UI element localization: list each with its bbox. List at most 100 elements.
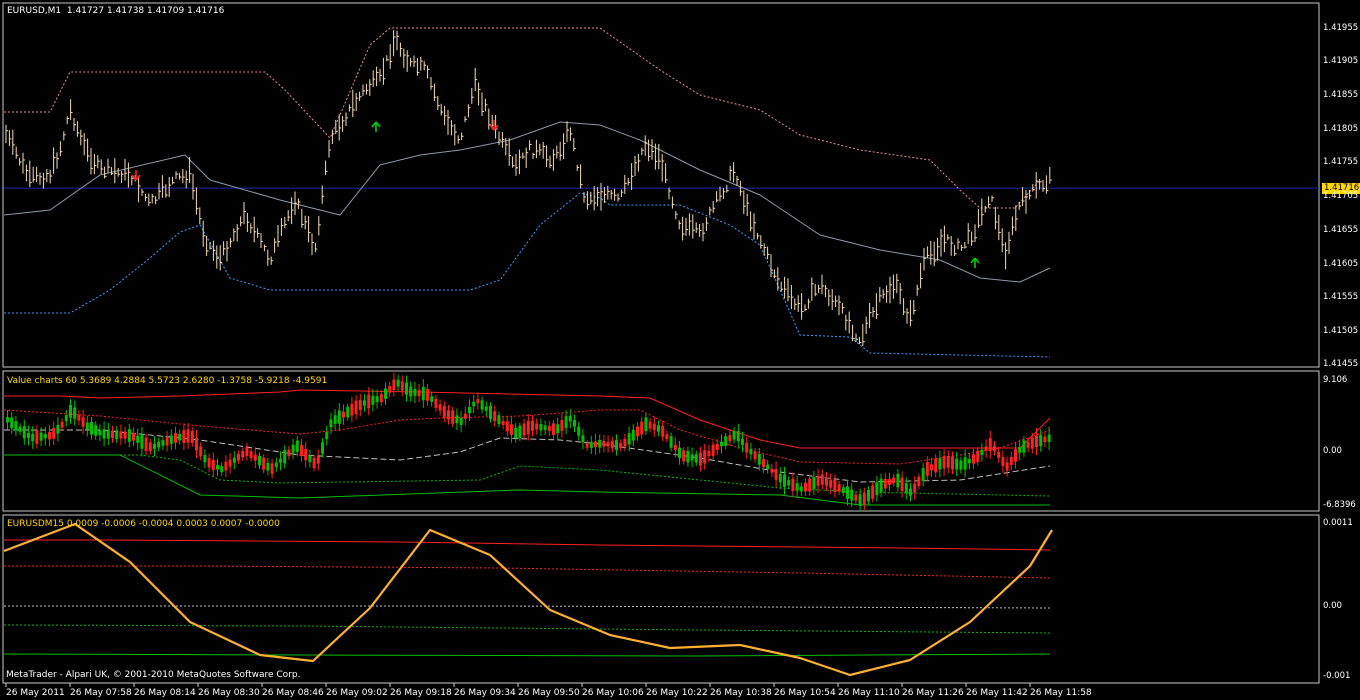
value-candle — [442, 405, 446, 418]
value-candle — [207, 458, 211, 468]
time-axis-label: 26 May 08:30 — [198, 688, 260, 698]
value-candle — [417, 389, 421, 397]
value-candle — [531, 420, 534, 431]
value-candle — [804, 482, 807, 492]
value-candle — [913, 483, 917, 493]
value-candle — [224, 461, 228, 471]
price-axis-label: 1.41955 — [1323, 23, 1359, 33]
value-candle — [648, 421, 652, 429]
value-candle — [850, 489, 854, 501]
value-candle — [951, 456, 954, 470]
value-candle — [308, 455, 312, 463]
value-candle — [69, 404, 72, 418]
time-axis-label: 26 May 09:18 — [390, 688, 452, 698]
value-candle — [934, 458, 938, 473]
value-candle — [127, 429, 131, 442]
value-candle — [35, 430, 39, 444]
value-candle — [552, 423, 555, 435]
value-candle — [892, 477, 896, 484]
time-axis-label: 26 May 2011 — [6, 688, 65, 698]
eurusdm-red-upper — [4, 539, 1051, 551]
value-candle — [581, 435, 585, 443]
value-candle — [501, 420, 505, 426]
value-candle — [115, 430, 119, 439]
value-candle — [942, 456, 946, 469]
value-candle — [274, 462, 278, 467]
copyright-text: MetaTrader - Alpari UK, © 2001-2010 Meta… — [6, 670, 301, 680]
value-candle — [371, 395, 375, 405]
value-candle — [421, 386, 425, 401]
value-candle — [1018, 446, 1022, 453]
eurusdm-label: EURUSDM15 0.0009 -0.0006 -0.0004 0.0003 … — [7, 519, 280, 529]
value-candle — [791, 478, 795, 492]
value-candle — [94, 425, 98, 436]
value-candle — [136, 435, 140, 443]
value-candle — [560, 419, 564, 431]
value-grey-mid — [4, 429, 1051, 483]
value-candle — [178, 433, 182, 441]
chart-canvas[interactable] — [0, 0, 1360, 700]
value-candle — [316, 456, 320, 464]
value-candle — [476, 399, 480, 404]
value-candle — [959, 460, 963, 470]
value-candle — [917, 476, 921, 487]
value-candle — [438, 404, 442, 411]
price-axis-label: 1.41705 — [1323, 191, 1359, 201]
value-candle — [300, 444, 303, 457]
value-candle — [85, 422, 89, 430]
value-candle — [694, 454, 698, 463]
value-candle — [816, 476, 820, 486]
value-candle — [90, 421, 93, 435]
value-candle — [879, 478, 883, 493]
value-candle — [778, 473, 782, 483]
value-candle — [10, 417, 14, 429]
value-candle — [762, 459, 765, 468]
value-candle — [430, 396, 434, 402]
value-candle — [1030, 437, 1034, 449]
time-axis-label: 26 May 09:50 — [518, 688, 580, 698]
value-candle — [766, 464, 770, 470]
value-candle — [610, 440, 614, 449]
value-candle — [812, 477, 816, 489]
value-candle — [665, 434, 669, 439]
value-candle — [598, 440, 602, 448]
value-candle — [1047, 434, 1051, 442]
value-candle — [241, 450, 245, 458]
value-candle — [199, 446, 203, 457]
value-candle — [1009, 456, 1013, 465]
value-candle — [875, 482, 879, 496]
value-candle — [409, 386, 413, 397]
value-candle — [132, 432, 135, 441]
price-axis-label: 1.41755 — [1323, 157, 1359, 167]
value-candle — [539, 424, 543, 431]
value-candle — [690, 454, 694, 461]
value-candle — [753, 451, 757, 460]
value-candle — [972, 454, 975, 464]
value-candle — [283, 450, 287, 464]
value-candle — [988, 438, 992, 452]
arrow-up-icon — [371, 121, 381, 132]
value-candle — [627, 433, 631, 445]
value-candle — [354, 400, 358, 415]
value-candle — [871, 485, 875, 499]
value-candle — [463, 413, 467, 419]
value-candle — [619, 442, 623, 448]
value-candle — [77, 414, 81, 421]
value-candle — [568, 415, 572, 422]
value-candle — [468, 406, 471, 414]
value-candle — [984, 446, 988, 451]
value-candle — [833, 479, 837, 493]
price-axis-label: 1.41605 — [1323, 259, 1359, 269]
value-panel-frame — [2, 370, 1320, 512]
value-red-mid — [3, 409, 1051, 465]
value-candle — [615, 440, 618, 450]
value-candle — [153, 443, 156, 449]
value-candle — [686, 450, 690, 463]
value-candle — [980, 449, 984, 455]
value-candle — [165, 437, 169, 446]
value-candle — [564, 416, 568, 428]
value-candle — [375, 396, 379, 403]
value-candle — [841, 487, 845, 494]
value-candle — [963, 457, 967, 470]
value-candle — [18, 426, 22, 432]
